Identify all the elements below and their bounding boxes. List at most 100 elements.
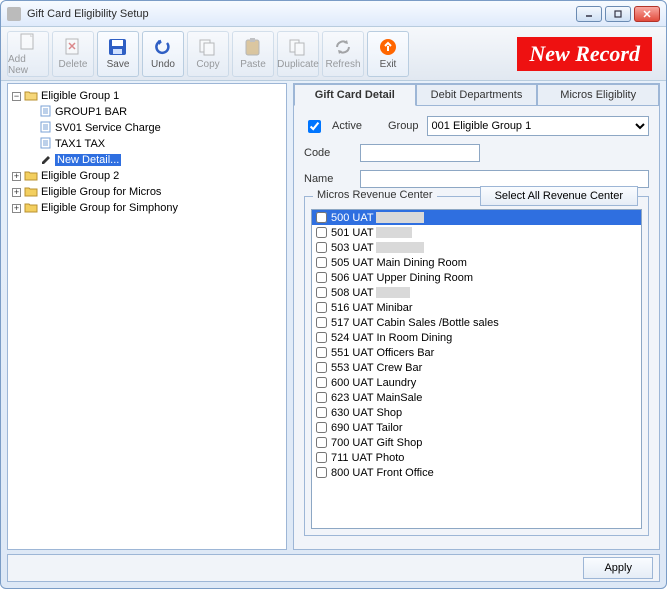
tree-item-2[interactable]: TAX1 TAX	[12, 136, 282, 152]
revenue-center-row[interactable]: 551 UAT Officers Bar	[312, 345, 641, 360]
group-label: Group	[388, 120, 419, 132]
revenue-center-checkbox[interactable]	[316, 242, 327, 253]
revenue-center-row[interactable]: 505 UAT Main Dining Room	[312, 255, 641, 270]
revenue-center-legend: Micros Revenue Center	[313, 189, 437, 201]
revenue-center-label: 711 UAT Photo	[331, 452, 404, 464]
revenue-center-label: 506 UAT Upper Dining Room	[331, 272, 473, 284]
expander-icon[interactable]: −	[12, 92, 21, 101]
paste-button: Paste	[232, 31, 274, 77]
new-record-banner: New Record	[517, 37, 652, 71]
revenue-center-row[interactable]: 524 UAT In Room Dining	[312, 330, 641, 345]
revenue-center-row[interactable]: 553 UAT Crew Bar	[312, 360, 641, 375]
revenue-center-checkbox[interactable]	[316, 362, 327, 373]
file-icon	[40, 121, 52, 133]
revenue-center-row[interactable]: 503 UAT	[312, 240, 641, 255]
delete-button: Delete	[52, 31, 94, 77]
revenue-center-checkbox[interactable]	[316, 272, 327, 283]
undo-button[interactable]: Undo	[142, 31, 184, 77]
active-checkbox[interactable]	[308, 120, 321, 133]
revenue-center-checkbox[interactable]	[316, 317, 327, 328]
code-input[interactable]	[360, 144, 480, 162]
revenue-center-checkbox[interactable]	[316, 347, 327, 358]
revenue-center-checkbox[interactable]	[316, 257, 327, 268]
close-button[interactable]	[634, 6, 660, 22]
tab-strip: Gift Card DetailDebit DepartmentsMicros …	[294, 84, 659, 106]
app-window: Gift Card Eligibility Setup Add NewDelet…	[0, 0, 667, 589]
revenue-center-label: 600 UAT Laundry	[331, 377, 416, 389]
tree-group-2[interactable]: +Eligible Group 2	[12, 168, 282, 184]
tree-group-simphony[interactable]: +Eligible Group for Simphony	[12, 200, 282, 216]
revenue-center-label: 630 UAT Shop	[331, 407, 402, 419]
tree-item-3[interactable]: New Detail...	[12, 152, 282, 168]
revenue-center-row[interactable]: 690 UAT Tailor	[312, 420, 641, 435]
undo-icon	[152, 37, 174, 57]
exit-button[interactable]: Exit	[367, 31, 409, 77]
revenue-center-checkbox[interactable]	[316, 212, 327, 223]
titlebar: Gift Card Eligibility Setup	[1, 1, 666, 27]
expander-icon[interactable]: +	[12, 172, 21, 181]
revenue-center-row[interactable]: 516 UAT Minibar	[312, 300, 641, 315]
revenue-center-label: 503 UAT	[331, 242, 424, 254]
folder-closed-icon	[24, 185, 38, 197]
revenue-center-checkbox[interactable]	[316, 467, 327, 478]
revenue-center-checkbox[interactable]	[316, 332, 327, 343]
revenue-center-row[interactable]: 600 UAT Laundry	[312, 375, 641, 390]
revenue-center-checkbox[interactable]	[316, 302, 327, 313]
revenue-center-label: 623 UAT MainSale	[331, 392, 422, 404]
revenue-center-row[interactable]: 508 UAT	[312, 285, 641, 300]
revenue-center-row[interactable]: 623 UAT MainSale	[312, 390, 641, 405]
select-all-revenue-center-button[interactable]: Select All Revenue Center	[480, 186, 638, 206]
minimize-button[interactable]	[576, 6, 602, 22]
revenue-center-row[interactable]: 517 UAT Cabin Sales /Bottle sales	[312, 315, 641, 330]
revenue-center-label: 800 UAT Front Office	[331, 467, 434, 479]
revenue-center-checkbox[interactable]	[316, 287, 327, 298]
save-button[interactable]: Save	[97, 31, 139, 77]
active-label: Active	[332, 120, 362, 132]
revenue-center-row[interactable]: 500 UAT	[312, 210, 641, 225]
tree-pane[interactable]: −Eligible Group 1GROUP1 BARSV01 Service …	[7, 83, 287, 550]
tree-group-micros[interactable]: +Eligible Group for Micros	[12, 184, 282, 200]
paste-icon	[242, 37, 264, 57]
duplicate-icon	[287, 37, 309, 57]
expander-icon[interactable]: +	[12, 188, 21, 197]
toolbar: Add NewDeleteSaveUndoCopyPasteDuplicateR…	[1, 27, 666, 81]
revenue-center-label: 508 UAT	[331, 287, 410, 299]
revenue-center-checkbox[interactable]	[316, 437, 327, 448]
revenue-center-row[interactable]: 711 UAT Photo	[312, 450, 641, 465]
expander-icon[interactable]: +	[12, 204, 21, 213]
revenue-center-row[interactable]: 501 UAT	[312, 225, 641, 240]
revenue-center-label: 501 UAT	[331, 227, 412, 239]
tree-item-0[interactable]: GROUP1 BAR	[12, 104, 282, 120]
revenue-center-checkbox[interactable]	[316, 452, 327, 463]
exit-icon	[377, 37, 399, 57]
folder-closed-icon	[24, 201, 38, 213]
revenue-center-checkbox[interactable]	[316, 392, 327, 403]
revenue-center-checkbox[interactable]	[316, 422, 327, 433]
apply-button[interactable]: Apply	[583, 557, 653, 579]
maximize-button[interactable]	[605, 6, 631, 22]
tab-debit[interactable]: Debit Departments	[416, 84, 538, 106]
copy-button: Copy	[187, 31, 229, 77]
revenue-center-checkbox[interactable]	[316, 407, 327, 418]
revenue-center-row[interactable]: 506 UAT Upper Dining Room	[312, 270, 641, 285]
revenue-center-row[interactable]: 700 UAT Gift Shop	[312, 435, 641, 450]
tab-detail[interactable]: Gift Card Detail	[294, 84, 416, 106]
revenue-center-label: 690 UAT Tailor	[331, 422, 403, 434]
file-icon	[40, 137, 52, 149]
footer-bar: Apply	[7, 554, 660, 582]
revenue-center-label: 524 UAT In Room Dining	[331, 332, 452, 344]
revenue-center-row[interactable]: 800 UAT Front Office	[312, 465, 641, 480]
copy-icon	[197, 37, 219, 57]
revenue-center-row[interactable]: 630 UAT Shop	[312, 405, 641, 420]
revenue-center-label: 505 UAT Main Dining Room	[331, 257, 467, 269]
group-select[interactable]: 001 Eligible Group 1	[427, 116, 649, 136]
tab-micros[interactable]: Micros Eligiblity	[537, 84, 659, 106]
tree-item-1[interactable]: SV01 Service Charge	[12, 120, 282, 136]
name-label: Name	[304, 173, 352, 185]
revenue-center-list[interactable]: 500 UAT 501 UAT 503 UAT 505 UAT Main Din…	[311, 209, 642, 529]
revenue-center-checkbox[interactable]	[316, 227, 327, 238]
tree-group-1[interactable]: −Eligible Group 1	[12, 88, 282, 104]
revenue-center-checkbox[interactable]	[316, 377, 327, 388]
folder-closed-icon	[24, 169, 38, 181]
revenue-center-label: 551 UAT Officers Bar	[331, 347, 434, 359]
